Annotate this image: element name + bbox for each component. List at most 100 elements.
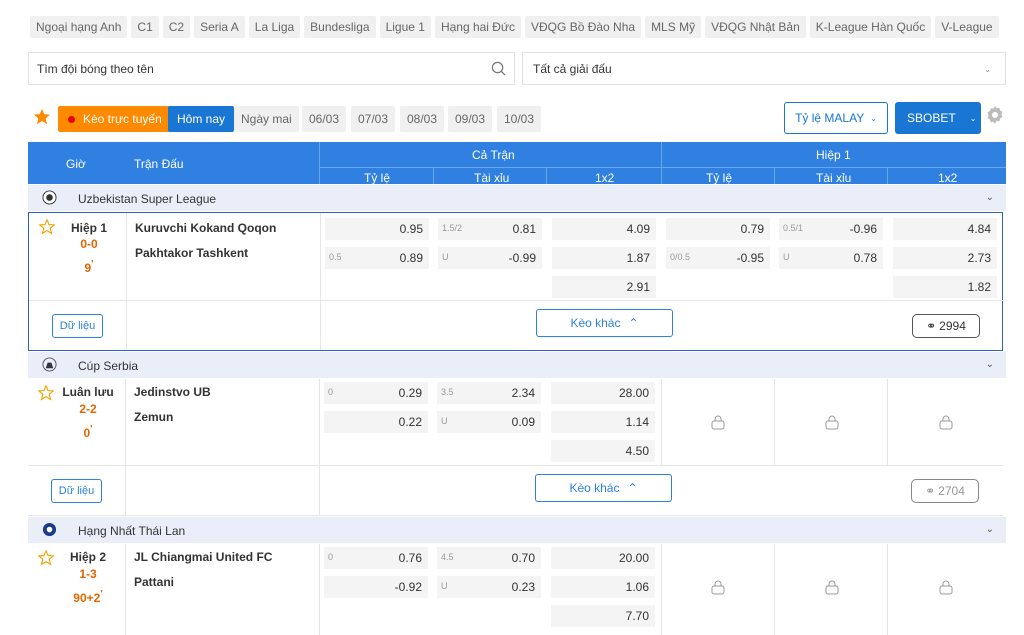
league-tab[interactable]: V-League [935,16,999,38]
chevron-down-icon[interactable]: ⌄ [986,192,994,203]
match-card: Hiệp 1 0-0 9' Kuruvchi Kokand Qoqon Pakh… [28,212,1003,351]
league-tab[interactable]: MLS Mỹ [645,16,702,38]
league-tab[interactable]: C2 [162,16,191,38]
favorite-star-icon[interactable] [33,108,51,126]
odds-cell[interactable]: 0 0.29 [324,382,428,404]
odds-format-label: Tỷ lệ MALAY [795,111,865,125]
odds-cell[interactable]: 4.09 [552,218,656,240]
live-dot-icon [68,115,75,123]
bookmaker-label: SBOBET [907,111,956,125]
header-1x2: 1x2 [595,171,615,185]
odds-cell[interactable]: 20.00 [551,547,655,569]
league-tab[interactable]: Hạng hai Đức [434,16,522,38]
favorite-star-icon[interactable] [39,219,55,235]
chevron-down-icon[interactable]: ⌄ [986,524,994,535]
odds-cell[interactable]: 3.5 2.34 [437,382,541,404]
league-tab[interactable]: Seria A [194,16,245,38]
away-team[interactable]: Zemun [134,410,173,424]
odds-cell[interactable]: 0.95 [325,218,429,240]
odds-cell[interactable]: 2.73 [893,247,997,269]
chevron-down-icon[interactable]: ⌄ [986,359,994,370]
home-team[interactable]: Kuruvchi Kokand Qoqon [135,221,276,235]
odds-cell[interactable]: 28.00 [551,382,655,404]
league-tab[interactable]: Bundesliga [304,16,376,38]
odds-cell[interactable]: U 0.09 [437,411,541,433]
league-header[interactable]: Uzbekistan Super League ⌄ [28,185,1006,211]
odds-cell[interactable]: 0 0.76 [324,547,428,569]
more-odds-label: Kèo khác [569,481,620,495]
odds-cell[interactable]: 0.79 [666,218,770,240]
header-first-half: Hiệp 1 [816,148,851,162]
more-odds-button[interactable]: Kèo khác ⌃ [535,474,672,502]
search-input[interactable]: Tìm đội bóng theo tên [28,52,515,85]
data-button[interactable]: Dữ liệu [52,314,103,338]
date-chip[interactable]: 08/03 [400,106,445,132]
odds-cell[interactable]: 1.82 [893,276,997,298]
tournament-select[interactable]: Tất cả giải đấu ⌄ [522,52,1006,85]
league-name: Cúp Serbia [78,359,139,373]
gear-icon[interactable] [985,104,1005,126]
header-1x2: 1x2 [938,171,958,185]
header-time: Giờ [66,157,86,171]
date-chip[interactable]: 09/03 [448,106,493,132]
league-tab[interactable]: VĐQG Nhật Bản [705,16,806,38]
favorite-star-icon[interactable] [38,550,54,566]
odds-cell[interactable]: U -0.99 [438,247,542,269]
odds-cell[interactable]: 0.5 0.89 [325,247,429,269]
odds-cell[interactable]: 0.22 [324,411,428,433]
more-odds-button[interactable]: Kèo khác ⌃ [536,309,673,337]
league-name: Hạng Nhất Thái Lan [78,524,186,538]
match-card: Hiệp 2 1-3 90+2' JL Chiangmai United FC … [28,544,1003,635]
away-team[interactable]: Pattani [134,575,174,589]
league-logo-icon [42,190,57,205]
odds-cell[interactable]: 2.91 [552,276,656,298]
users-icon: ⚭ [925,484,936,498]
odds-cell[interactable]: -0.92 [324,576,428,598]
odds-cell[interactable]: 0.5/1 -0.96 [779,218,883,240]
favorite-star-icon[interactable] [38,385,54,401]
league-logo-icon [42,522,57,537]
data-button[interactable]: Dữ liệu [51,479,102,503]
league-header[interactable]: Hạng Nhất Thái Lan ⌄ [28,517,1006,543]
odds-cell[interactable]: 7.70 [551,605,655,627]
odds-cell[interactable]: 1.87 [552,247,656,269]
league-tab[interactable]: La Liga [248,16,301,38]
odds-cell[interactable]: 1.5/2 0.81 [438,218,542,240]
odds-cell[interactable]: U 0.78 [779,247,883,269]
league-tab[interactable]: Ligue 1 [379,16,431,38]
away-team[interactable]: Pakhtakor Tashkent [135,246,248,260]
search-icon[interactable] [491,61,506,76]
league-tab[interactable]: VĐQG Bồ Đào Nha [525,16,642,38]
header-handicap: Tỷ lệ [364,171,391,185]
date-chip[interactable]: 07/03 [351,106,396,132]
match-score: 2-2 [79,402,97,416]
league-tab[interactable]: C1 [131,16,159,38]
odds-cell[interactable]: 4.84 [893,218,997,240]
home-team[interactable]: JL Chiangmai United FC [134,550,272,564]
odds-cell[interactable]: 1.14 [551,411,655,433]
league-tab[interactable]: K-League Hàn Quốc [809,16,932,38]
match-score: 1-3 [79,567,97,581]
bookmaker-select[interactable]: SBOBET ⌄ [895,102,981,134]
viewers-button[interactable]: ⚭ 2704 [911,479,979,503]
today-button[interactable]: Hôm nay [168,106,235,132]
odds-cell[interactable]: 4.50 [551,440,655,462]
lock-icon [711,580,725,595]
odds-cell[interactable]: 0/0.5 -0.95 [666,247,770,269]
date-chip[interactable]: 06/03 [302,106,347,132]
chevron-down-icon: ⌄ [969,113,977,123]
odds-cell[interactable]: U 0.23 [437,576,541,598]
date-chip[interactable]: 10/03 [497,106,542,132]
viewers-button[interactable]: ⚭ 2994 [912,314,980,338]
odds-format-select[interactable]: Tỷ lệ MALAY ⌄ [784,102,888,134]
league-header[interactable]: Cúp Serbia ⌄ [28,352,1006,378]
league-tab[interactable]: Ngoại hạng Anh [30,16,128,38]
odds-cell[interactable]: 4.5 0.70 [437,547,541,569]
tomorrow-button[interactable]: Ngày mai [234,106,299,132]
match-status: Luân lưu [62,385,114,399]
home-team[interactable]: Jedinstvo UB [134,385,211,399]
odds-cell[interactable]: 1.06 [551,576,655,598]
match-card: Luân lưu 2-2 0' Jedinstvo UB Zemun 0 0.29… [28,379,1003,516]
league-logo-icon [42,357,57,372]
live-odds-button[interactable]: Kèo trực tuyến [58,106,170,132]
